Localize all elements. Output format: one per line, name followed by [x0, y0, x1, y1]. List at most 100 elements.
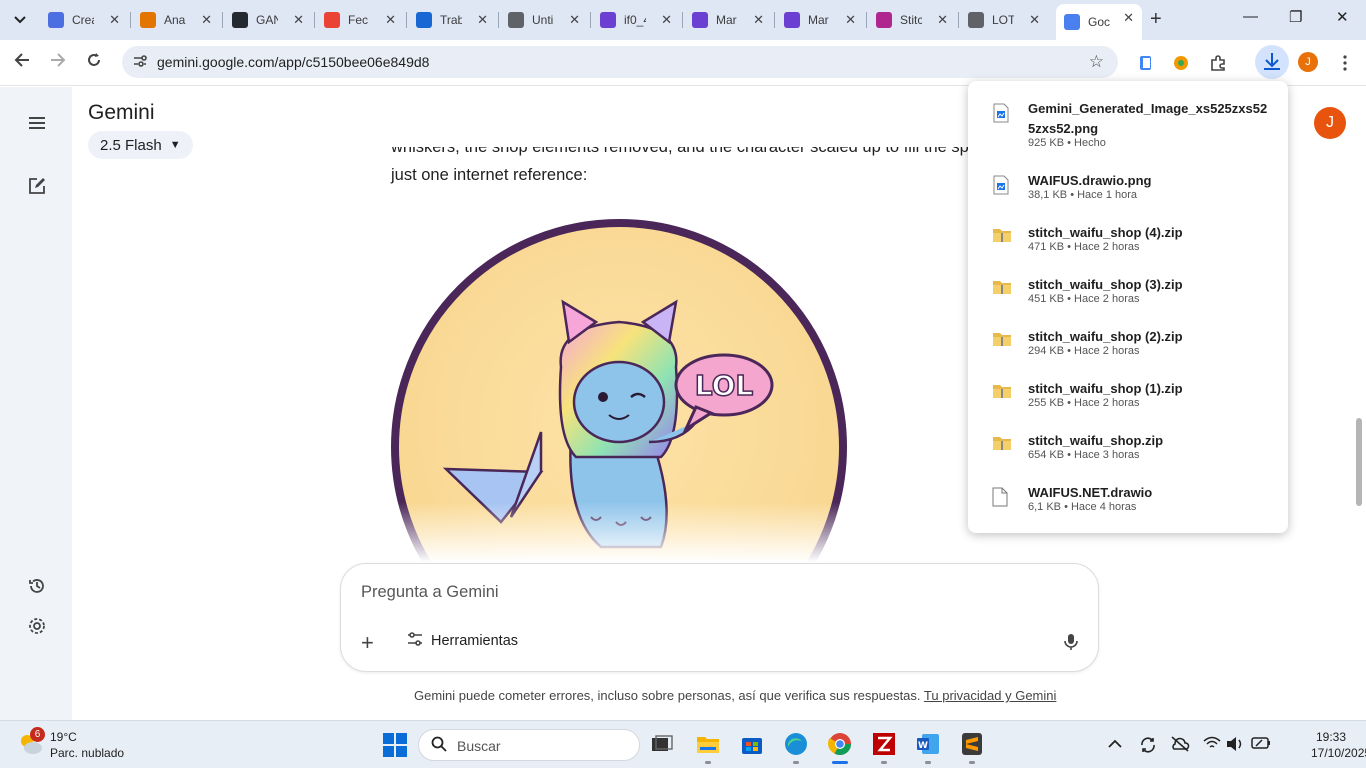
microsoft-store-icon[interactable]: [739, 731, 765, 757]
download-item[interactable]: Gemini_Generated_Image_xs525zxs525zxs52.…: [968, 99, 1288, 151]
new-chat-icon[interactable]: [26, 175, 48, 197]
privacy-link[interactable]: Tu privacidad y Gemini: [924, 688, 1056, 703]
close-tab-icon[interactable]: ✕: [201, 12, 212, 28]
reload-button[interactable]: [86, 52, 102, 73]
history-icon[interactable]: [26, 575, 48, 597]
download-filename[interactable]: Gemini_Generated_Image_xs525zxs525zxs52.…: [1028, 99, 1273, 139]
search-label: Buscar: [457, 738, 501, 754]
extension-icon[interactable]: [1135, 52, 1157, 74]
running-indicator: [705, 761, 711, 764]
generated-image[interactable]: LOL: [391, 217, 847, 562]
close-tab-icon[interactable]: ✕: [293, 12, 304, 28]
browser-tab[interactable]: Unti ✕: [500, 6, 588, 34]
download-item[interactable]: stitch_waifu_shop (2).zip 294 KB • Hace 2…: [968, 327, 1288, 379]
chevron-up-icon[interactable]: [1108, 736, 1122, 752]
browser-tab[interactable]: LOT ✕: [960, 6, 1048, 34]
url-text[interactable]: gemini.google.com/app/c5150bee06e849d8: [157, 54, 429, 70]
reload-icon: [88, 53, 100, 66]
download-item[interactable]: WAIFUS.drawio.png 38,1 KB • Hace 1 hora: [968, 171, 1288, 223]
download-filename[interactable]: WAIFUS.NET.drawio: [1028, 483, 1273, 503]
account-avatar[interactable]: J: [1314, 107, 1346, 139]
profile-avatar[interactable]: J: [1298, 52, 1318, 72]
model-selector[interactable]: 2.5 Flash ▼: [88, 131, 193, 159]
task-view-icon[interactable]: [649, 731, 675, 757]
wifi-icon[interactable]: [1203, 736, 1221, 753]
browser-tab[interactable]: Fec ✕: [316, 6, 404, 34]
close-tab-icon[interactable]: ✕: [109, 12, 120, 28]
onedrive-off-icon[interactable]: [1170, 736, 1190, 755]
browser-tab[interactable]: Ana ✕: [132, 6, 220, 34]
more-menu-icon[interactable]: [1334, 52, 1356, 74]
close-tab-icon[interactable]: ✕: [1123, 10, 1134, 26]
prompt-input[interactable]: Pregunta a Gemini: [361, 583, 499, 602]
downloads-button[interactable]: [1255, 45, 1289, 79]
edge-browser-icon[interactable]: [783, 731, 809, 757]
browser-tab[interactable]: Stitc ✕: [868, 6, 956, 34]
clock-time[interactable]: 19:33: [1316, 730, 1346, 744]
scrollbar-thumb[interactable]: [1356, 418, 1362, 506]
search-icon: [431, 736, 447, 756]
arrow-left-icon: [14, 53, 29, 67]
volume-icon[interactable]: [1226, 736, 1244, 755]
browser-tab[interactable]: Mar ✕: [776, 6, 864, 34]
back-button[interactable]: [14, 52, 30, 73]
download-filename[interactable]: stitch_waifu_shop (3).zip: [1028, 275, 1273, 295]
close-window-button[interactable]: ✕: [1336, 8, 1349, 26]
close-tab-icon[interactable]: ✕: [661, 12, 672, 28]
settings-gear-icon[interactable]: [26, 615, 48, 637]
close-tab-icon[interactable]: ✕: [845, 12, 856, 28]
clock-date[interactable]: 17/10/2025: [1311, 746, 1366, 760]
github-icon: [232, 12, 248, 28]
close-tab-icon[interactable]: ✕: [753, 12, 764, 28]
close-tab-icon[interactable]: ✕: [569, 12, 580, 28]
add-attachment-button[interactable]: +: [361, 630, 374, 656]
microphone-icon[interactable]: [1064, 633, 1078, 656]
download-filename[interactable]: stitch_waifu_shop (2).zip: [1028, 327, 1273, 347]
maximize-button[interactable]: ❐: [1289, 8, 1302, 26]
download-filename[interactable]: WAIFUS.drawio.png: [1028, 171, 1273, 191]
bookmark-star-icon[interactable]: ☆: [1089, 52, 1104, 72]
menu-icon[interactable]: [26, 112, 48, 134]
browser-tab[interactable]: Mar ✕: [684, 6, 772, 34]
download-item[interactable]: WAIFUS.NET.drawio 6,1 KB • Hace 4 horas: [968, 483, 1288, 535]
word-icon[interactable]: W: [915, 731, 941, 757]
site-info-icon[interactable]: [132, 53, 148, 72]
browser-tab[interactable]: GAN ✕: [224, 6, 312, 34]
download-filename[interactable]: stitch_waifu_shop (4).zip: [1028, 223, 1273, 243]
close-tab-icon[interactable]: ✕: [1029, 12, 1040, 28]
windows-start-icon[interactable]: [383, 733, 407, 757]
weather-condition[interactable]: Parc. nublado: [50, 746, 124, 760]
browser-tab[interactable]: if0_4 ✕: [592, 6, 680, 34]
address-bar[interactable]: gemini.google.com/app/c5150bee06e849d8 ☆: [122, 46, 1118, 78]
download-item[interactable]: stitch_waifu_shop.zip 654 KB • Hace 3 hor…: [968, 431, 1288, 483]
sync-icon[interactable]: [1139, 736, 1157, 757]
tab-title: Unti: [532, 13, 554, 27]
weather-temperature[interactable]: 19°C: [50, 730, 77, 744]
browser-tab[interactable]: Goc ✕: [1056, 4, 1142, 40]
taskbar-search[interactable]: Buscar: [418, 729, 640, 761]
tools-button[interactable]: Herramientas: [407, 632, 518, 650]
filezilla-icon[interactable]: [871, 731, 897, 757]
extension-icon[interactable]: [1170, 52, 1192, 74]
sublime-text-icon[interactable]: [959, 731, 985, 757]
chrome-icon[interactable]: [827, 731, 853, 757]
close-tab-icon[interactable]: ✕: [477, 12, 488, 28]
gemini-icon: [1064, 14, 1080, 30]
puzzle-icon[interactable]: [1207, 52, 1229, 74]
download-filename[interactable]: stitch_waifu_shop (1).zip: [1028, 379, 1273, 399]
download-item[interactable]: stitch_waifu_shop (1).zip 255 KB • Hace 2…: [968, 379, 1288, 431]
new-tab-button[interactable]: +: [1150, 8, 1162, 31]
browser-tab[interactable]: Trab ✕: [408, 6, 496, 34]
download-filename[interactable]: stitch_waifu_shop.zip: [1028, 431, 1273, 451]
battery-icon[interactable]: [1251, 736, 1271, 753]
file-explorer-icon[interactable]: [695, 731, 721, 757]
close-tab-icon[interactable]: ✕: [385, 12, 396, 28]
download-item[interactable]: stitch_waifu_shop (3).zip 451 KB • Hace 2…: [968, 275, 1288, 327]
tab-search-button[interactable]: [8, 8, 32, 32]
browser-tab[interactable]: Crea ✕: [40, 6, 128, 34]
prompt-box[interactable]: Pregunta a Gemini + Herramientas: [340, 563, 1099, 672]
close-tab-icon[interactable]: ✕: [937, 12, 948, 28]
download-item[interactable]: stitch_waifu_shop (4).zip 471 KB • Hace 2…: [968, 223, 1288, 275]
minimize-button[interactable]: —: [1243, 8, 1258, 25]
forward-button[interactable]: [50, 52, 66, 73]
